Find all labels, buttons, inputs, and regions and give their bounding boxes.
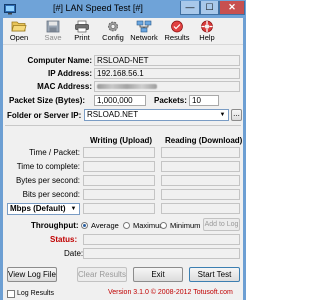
throughput-minimum-label: Minimum — [170, 221, 201, 230]
time-to-complete-label: Time to complete: — [16, 162, 80, 171]
clear-results-button[interactable]: Clear Results — [77, 267, 127, 282]
reading-header: Reading (Download) — [165, 136, 243, 145]
computer-name-field: RSLOAD-NET — [94, 55, 240, 66]
ip-address-field: 192.168.56.1 — [94, 68, 240, 79]
folder-server-value: RSLOAD.NET — [87, 110, 139, 119]
start-test-button[interactable]: Start Test — [189, 267, 240, 282]
folder-server-label: Folder or Server IP: — [7, 111, 82, 120]
toolbar-help-button[interactable]: Help — [193, 19, 221, 43]
unit-select-value: Mbps (Default) — [10, 204, 66, 213]
toolbar-open-button[interactable]: Open — [5, 19, 33, 43]
throughput-maximum-radio[interactable] — [123, 222, 130, 229]
unit-select[interactable]: Mbps (Default) ▼ — [7, 203, 80, 215]
status-field — [83, 234, 240, 245]
gear-icon — [108, 21, 118, 32]
browse-button[interactable]: ... — [231, 109, 242, 121]
packet-size-label: Packet Size (Bytes): — [9, 96, 86, 105]
date-field — [83, 248, 240, 259]
printer-icon — [75, 20, 89, 33]
exit-button[interactable]: Exit — [133, 267, 183, 282]
download-time-to-complete — [161, 161, 240, 172]
throughput-minimum-radio[interactable] — [160, 222, 167, 229]
toolbar-print-button[interactable]: Print — [68, 19, 96, 43]
log-results-label: Log Results — [17, 290, 54, 297]
bits-per-second-label: Bits per second: — [22, 190, 80, 199]
status-label: Status: — [50, 235, 78, 244]
packets-input[interactable]: 10 — [189, 95, 219, 106]
mac-address-field — [94, 81, 240, 92]
folder-open-icon — [11, 21, 27, 32]
log-results-checkbox[interactable] — [7, 290, 15, 298]
packet-size-input[interactable]: 1,000,000 — [94, 95, 146, 106]
throughput-label: Throughput: — [31, 221, 79, 230]
toolbar: Open Save Print Config Network Results H… — [3, 18, 243, 45]
download-bits-per-second — [161, 189, 240, 200]
chevron-down-icon[interactable]: ▼ — [218, 110, 227, 120]
writing-header: Writing (Upload) — [90, 136, 153, 145]
throughput-average-radio[interactable] — [81, 222, 88, 229]
upload-mbps — [83, 203, 155, 214]
toolbar-print-label: Print — [74, 33, 90, 42]
toolbar-results-button[interactable]: Results — [163, 19, 191, 43]
redacted-mac-value — [97, 84, 157, 89]
help-icon — [201, 20, 213, 33]
computer-name-label: Computer Name: — [27, 56, 92, 65]
toolbar-network-button[interactable]: Network — [130, 19, 158, 43]
upload-time-per-packet — [83, 147, 155, 158]
view-log-file-button[interactable]: View Log File — [7, 267, 57, 282]
download-time-per-packet — [161, 147, 240, 158]
download-mbps — [161, 203, 240, 214]
toolbar-results-label: Results — [164, 33, 190, 42]
toolbar-help-label: Help — [199, 33, 215, 42]
version-text: Version 3.1.0 © 2008-2012 Totusoft.com — [108, 289, 233, 296]
ip-address-label: IP Address: — [47, 69, 92, 78]
mac-address-label: MAC Address: — [37, 82, 92, 91]
maximize-button[interactable]: ☐ — [200, 1, 219, 15]
bytes-per-second-label: Bytes per second: — [15, 176, 80, 185]
packets-label: Packets: — [154, 96, 187, 105]
toolbar-network-label: Network — [130, 33, 158, 42]
upload-bits-per-second — [83, 189, 155, 200]
upload-time-to-complete — [83, 161, 155, 172]
toolbar-save-button[interactable]: Save — [39, 19, 67, 43]
upload-bytes-per-second — [83, 175, 155, 186]
divider — [5, 125, 241, 126]
close-button[interactable]: ✕ — [219, 1, 245, 15]
chevron-down-icon[interactable]: ▼ — [69, 204, 78, 214]
time-per-packet-label: Time / Packet: — [29, 148, 80, 157]
minimize-button[interactable]: — — [180, 1, 200, 15]
folder-server-combo[interactable]: RSLOAD.NET ▼ — [84, 109, 229, 121]
add-to-log-button[interactable]: Add to Log — [203, 218, 240, 231]
app-window: [#] LAN Speed Test [#] — ☐ ✕ Open Save P… — [0, 0, 246, 300]
date-label: Date: — [64, 249, 84, 258]
results-icon — [171, 20, 183, 33]
toolbar-save-label: Save — [44, 33, 62, 42]
title-bar[interactable]: [#] LAN Speed Test [#] — ☐ ✕ — [0, 0, 246, 18]
floppy-disk-icon — [46, 20, 60, 33]
toolbar-config-button[interactable]: Config — [99, 19, 127, 43]
window-title: [#] LAN Speed Test [#] — [53, 3, 143, 13]
toolbar-open-label: Open — [9, 33, 29, 42]
main-panel: Open Save Print Config Network Results H… — [3, 18, 243, 300]
network-icon — [136, 20, 152, 33]
throughput-average-label: Average — [91, 221, 119, 230]
toolbar-config-label: Config — [102, 33, 124, 42]
download-bytes-per-second — [161, 175, 240, 186]
